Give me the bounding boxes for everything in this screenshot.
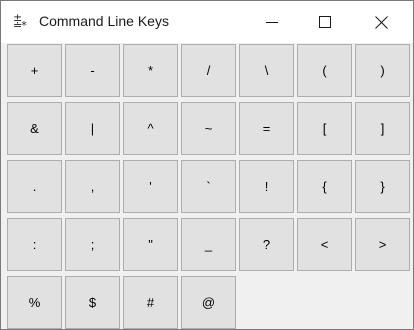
key-button[interactable]: ; xyxy=(65,218,120,271)
key-button[interactable]: ) xyxy=(355,44,410,97)
key-button[interactable]: : xyxy=(7,218,62,271)
key-button[interactable]: , xyxy=(65,160,120,213)
title-bar[interactable]: ± ≐* Command Line Keys xyxy=(1,1,413,43)
window-title: Command Line Keys xyxy=(39,13,169,29)
key-button[interactable]: ( xyxy=(297,44,352,97)
key-button[interactable]: ' xyxy=(123,160,178,213)
key-button[interactable]: ` xyxy=(181,160,236,213)
key-button[interactable]: | xyxy=(65,102,120,155)
app-icon: ± ≐* xyxy=(13,12,31,32)
key-button[interactable]: ? xyxy=(239,218,294,271)
key-button[interactable]: ~ xyxy=(181,102,236,155)
key-button[interactable]: [ xyxy=(297,102,352,155)
key-button[interactable]: ^ xyxy=(123,102,178,155)
key-button[interactable]: _ xyxy=(181,218,236,271)
key-button[interactable]: + xyxy=(7,44,62,97)
key-button[interactable]: < xyxy=(297,218,352,271)
key-button[interactable]: # xyxy=(123,276,178,329)
key-button[interactable]: } xyxy=(355,160,410,213)
key-button[interactable]: " xyxy=(123,218,178,271)
key-button[interactable]: = xyxy=(239,102,294,155)
key-button[interactable]: @ xyxy=(181,276,236,329)
key-button[interactable]: / xyxy=(181,44,236,97)
minimize-icon xyxy=(266,22,278,23)
maximize-icon xyxy=(319,16,331,28)
key-button[interactable]: > xyxy=(355,218,410,271)
minimize-button[interactable] xyxy=(249,1,295,43)
key-button[interactable]: * xyxy=(123,44,178,97)
command-line-keys-window: ± ≐* Command Line Keys + - * / \() & | ^ ~ =[]., '… xyxy=(0,0,414,330)
key-button[interactable]: - xyxy=(65,44,120,97)
key-grid: + - * / \() & | ^ ~ =[]., ' `!{}:; " _? < >% $ # @ xyxy=(7,44,410,329)
key-button[interactable]: . xyxy=(7,160,62,213)
close-button[interactable] xyxy=(358,1,404,43)
key-button[interactable]: ] xyxy=(355,102,410,155)
key-button[interactable]: & xyxy=(7,102,62,155)
key-button[interactable]: $ xyxy=(65,276,120,329)
key-button[interactable]: % xyxy=(7,276,62,329)
key-button[interactable]: ! xyxy=(239,160,294,213)
maximize-button[interactable] xyxy=(302,1,348,43)
close-icon xyxy=(374,15,388,29)
app-icon-line-2: ≐* xyxy=(13,19,27,32)
key-button[interactable]: \ xyxy=(239,44,294,97)
key-button[interactable]: { xyxy=(297,160,352,213)
